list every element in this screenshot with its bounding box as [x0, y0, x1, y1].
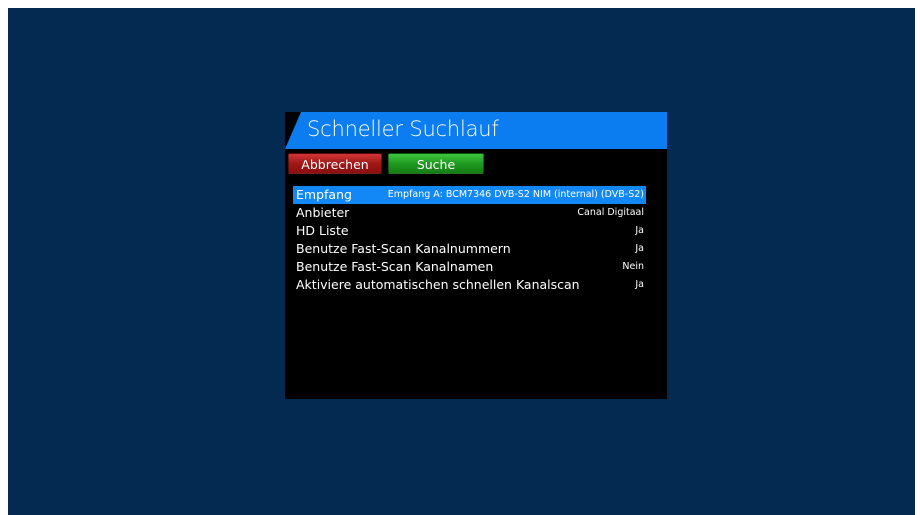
setting-label: Empfang: [296, 187, 352, 202]
setting-value: Ja: [635, 243, 644, 254]
tv-screen: Schneller Suchlauf Abbrechen Suche Empfa…: [8, 8, 915, 515]
setting-label: HD Liste: [296, 223, 349, 238]
fast-scan-dialog: Schneller Suchlauf Abbrechen Suche Empfa…: [285, 112, 667, 399]
setting-label: Benutze Fast-Scan Kanalnummern: [296, 241, 511, 256]
setting-row-anbieter[interactable]: Anbieter Canal Digitaal: [293, 204, 646, 222]
setting-label: Aktiviere automatischen schnellen Kanals…: [296, 277, 580, 292]
setting-row-hd-liste[interactable]: HD Liste Ja: [293, 222, 646, 240]
setting-value: Ja: [635, 225, 644, 236]
search-button[interactable]: Suche: [388, 153, 484, 174]
title-notch: [285, 112, 301, 149]
setting-row-empfang[interactable]: Empfang Empfang A: BCM7346 DVB-S2 NIM (i…: [293, 186, 646, 204]
setting-row-fast-scan-kanalnamen[interactable]: Benutze Fast-Scan Kanalnamen Nein: [293, 258, 646, 276]
setting-value: Canal Digitaal: [577, 207, 644, 218]
setting-value: Empfang A: BCM7346 DVB-S2 NIM (internal)…: [387, 189, 644, 200]
settings-list: Empfang Empfang A: BCM7346 DVB-S2 NIM (i…: [293, 186, 646, 294]
cancel-button[interactable]: Abbrechen: [288, 153, 382, 174]
title-bar: Schneller Suchlauf: [285, 112, 667, 149]
setting-value: Nein: [622, 261, 644, 272]
dialog-title: Schneller Suchlauf: [307, 117, 499, 141]
setting-label: Anbieter: [296, 205, 350, 220]
setting-row-auto-kanalscan[interactable]: Aktiviere automatischen schnellen Kanals…: [293, 276, 646, 294]
setting-row-fast-scan-kanalnummern[interactable]: Benutze Fast-Scan Kanalnummern Ja: [293, 240, 646, 258]
setting-value: Ja: [635, 279, 644, 290]
setting-label: Benutze Fast-Scan Kanalnamen: [296, 259, 494, 274]
